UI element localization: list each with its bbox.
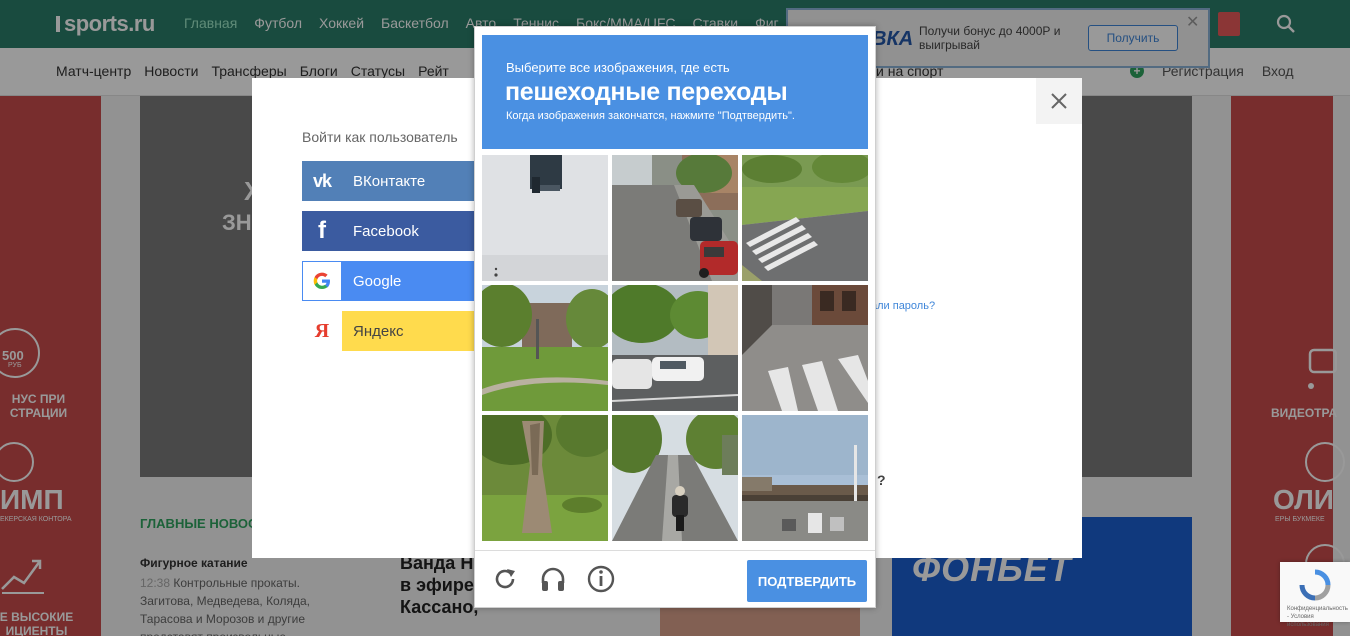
reload-icon[interactable] [489,563,521,595]
login-yandex-button[interactable]: Я Яндекс [302,311,482,351]
login-title: Войти как пользователь [302,129,458,145]
forgot-password-link[interactable]: али пароль? [871,300,935,312]
login-facebook-button[interactable]: f Facebook [302,211,482,251]
google-icon [302,261,342,301]
captcha-target-object: пешеходные переходы [505,78,788,106]
captcha-tile-5[interactable] [612,285,738,411]
recaptcha-logo-icon [1299,569,1331,601]
login-close-button[interactable] [1036,78,1082,124]
login-google-button[interactable]: Google [302,261,482,301]
captcha-verify-button[interactable]: ПОДТВЕРДИТЬ [747,560,867,602]
login-vk-button[interactable]: vk ВКонтакте [302,161,482,201]
login-vk-label: ВКонтакте [353,172,426,190]
yandex-icon: Я [302,311,342,351]
facebook-icon: f [318,217,326,244]
login-facebook-label: Facebook [353,222,419,240]
captcha-footer-divider [475,550,875,551]
captcha-tile-1[interactable] [482,155,608,281]
captcha-tile-6[interactable] [742,285,868,411]
captcha-tile-4[interactable] [482,285,608,411]
close-icon [1051,93,1067,109]
login-yandex-label: Яндекс [353,322,404,340]
recaptcha-privacy-text[interactable]: Конфиденциальность - Условия использован… [1287,605,1348,629]
info-icon[interactable] [585,563,617,595]
captcha-tile-8[interactable] [612,415,738,541]
headphones-icon[interactable] [537,563,569,595]
login-question: ? [877,472,886,488]
vk-icon: vk [312,170,332,191]
login-google-label: Google [353,272,402,290]
captcha-instruction-line1: Выберите все изображения, где есть [506,60,730,75]
captcha-tile-2[interactable] [612,155,738,281]
captcha-tile-7[interactable] [482,415,608,541]
captcha-tile-9[interactable] [742,415,868,541]
captcha-tile-3[interactable] [742,155,868,281]
captcha-instruction-line3: Когда изображения закончатся, нажмите "П… [506,110,795,122]
